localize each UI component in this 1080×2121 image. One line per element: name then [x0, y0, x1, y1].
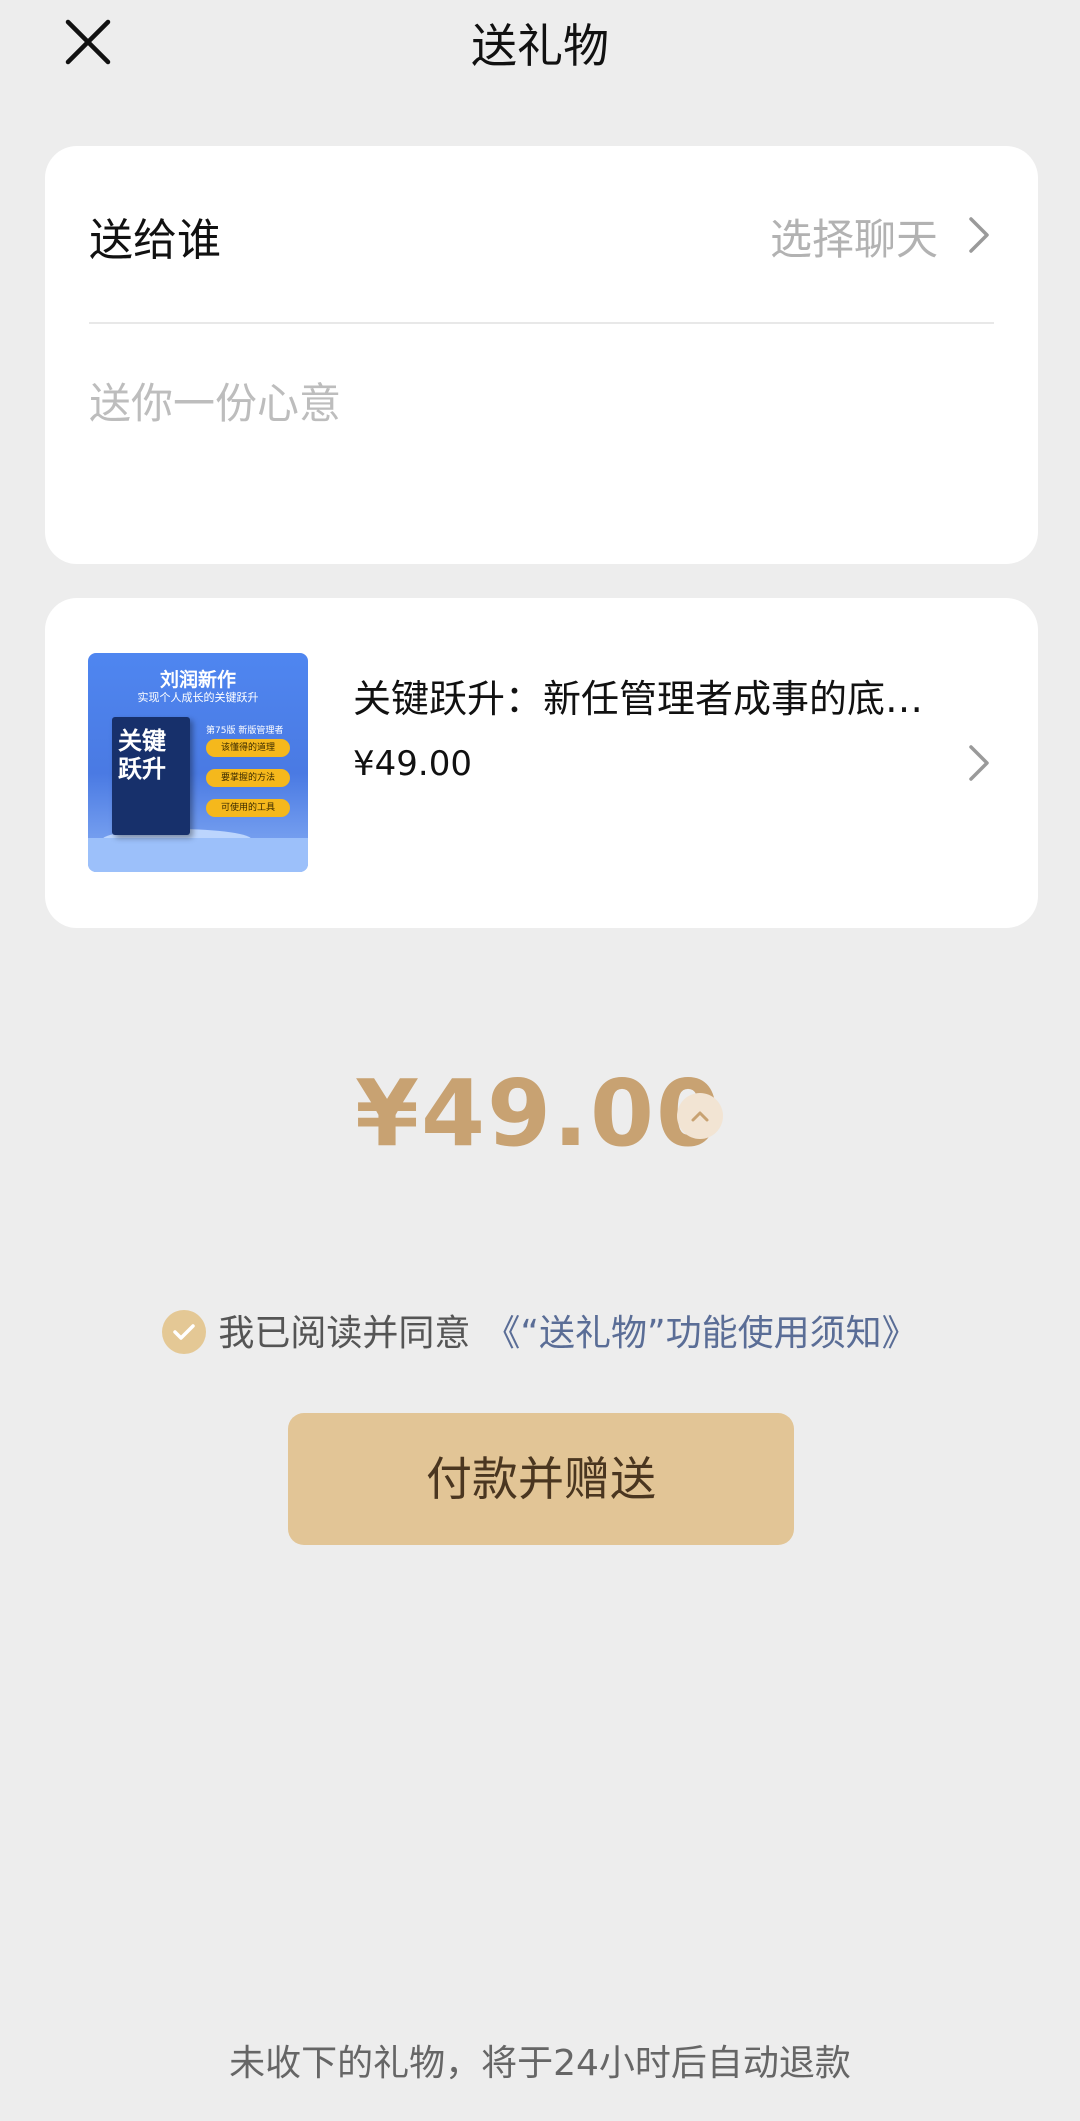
agreement-link[interactable]: 《“送礼物”功能使用须知》 [484, 1313, 917, 1354]
refund-note: 未收下的礼物，将于24小时后自动退款 [229, 2043, 851, 2084]
price-detail-toggle[interactable] [677, 1093, 723, 1139]
cover-stage [88, 838, 308, 872]
cover-book-title: 关键跃升 [118, 727, 166, 783]
product-cover-image: 刘润新作 实现个人成长的关键跃升 关键跃升 第75版 新版管理者 该懂得的道理 … [88, 653, 308, 872]
agreement-row: 我已阅读并同意 《“送礼物”功能使用须知》 [0, 1304, 1080, 1356]
agreement-text: 我已阅读并同意 [218, 1313, 471, 1354]
message-input[interactable]: 送你一份心意 [89, 370, 341, 431]
cover-tag: 该懂得的道理 [206, 739, 290, 757]
pay-and-send-button[interactable]: 付款并赠送 [288, 1413, 794, 1545]
product-price: ¥49.00 [353, 744, 472, 784]
cover-tag: 要掌握的方法 [206, 769, 290, 787]
page-title: 送礼物 [471, 19, 609, 73]
product-title: 关键跃升：新任管理者成事的底… [353, 677, 924, 721]
recipient-card: 送给谁 选择聊天 送你一份心意 [45, 146, 1038, 564]
cover-subtitle: 实现个人成长的关键跃升 [137, 691, 259, 704]
select-chat-button[interactable]: 选择聊天 [770, 206, 938, 267]
check-icon [173, 1324, 196, 1340]
product-card[interactable]: 刘润新作 实现个人成长的关键跃升 关键跃升 第75版 新版管理者 该懂得的道理 … [45, 598, 1038, 928]
total-price: ¥49.00 [355, 1060, 723, 1167]
chevron-up-icon [691, 1111, 709, 1122]
agreement-checkbox[interactable] [162, 1310, 207, 1354]
cover-tag-header: 第75版 新版管理者 [206, 726, 284, 736]
cover-tag: 可使用的工具 [206, 799, 290, 817]
cover-book: 关键跃升 [112, 717, 190, 835]
divider [89, 322, 994, 324]
cover-author: 刘润新作 [159, 669, 236, 691]
recipient-label: 送给谁 [89, 215, 221, 266]
chevron-right-icon[interactable] [968, 744, 990, 782]
chevron-right-icon[interactable] [968, 216, 990, 254]
